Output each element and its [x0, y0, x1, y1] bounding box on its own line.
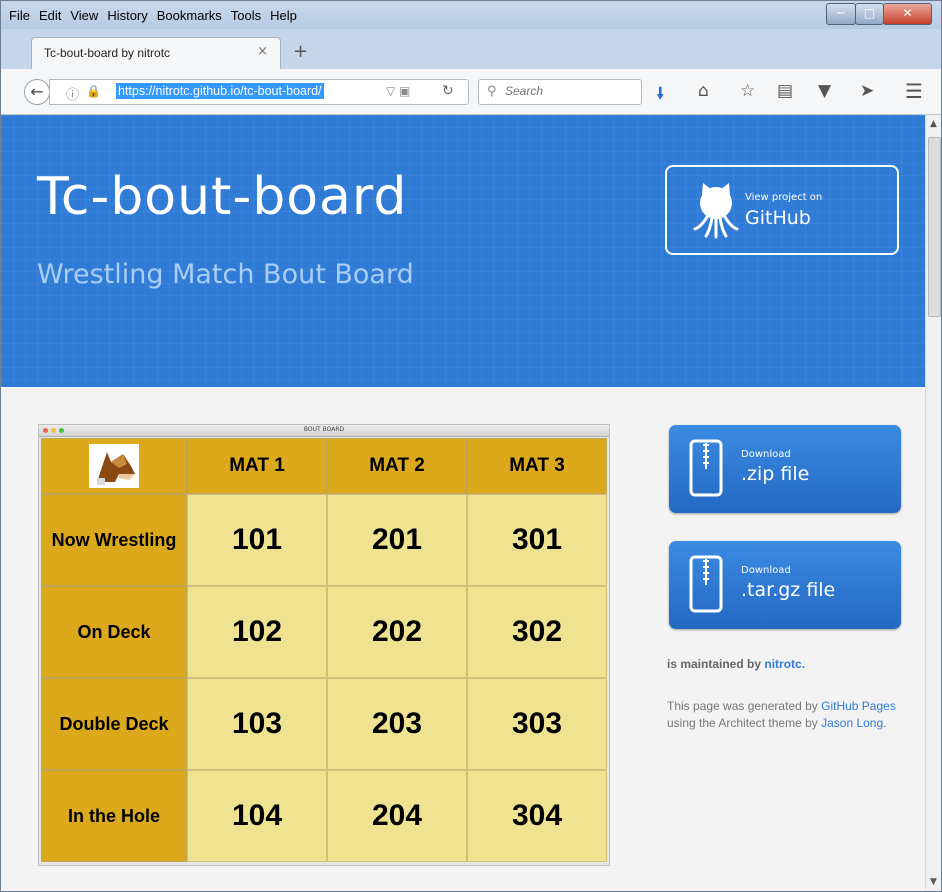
- generated-by-text: This page was generated by GitHub Pages …: [667, 698, 907, 732]
- search-box[interactable]: ⚲: [478, 79, 642, 105]
- github-pages-link[interactable]: GitHub Pages: [821, 699, 896, 713]
- tab-strip: Tc-bout-board by nitrotc × +: [1, 29, 941, 69]
- send-tab-icon[interactable]: ➤: [860, 81, 874, 101]
- bout-cell: 104: [187, 770, 327, 862]
- bout-cell: 103: [187, 678, 327, 770]
- zip-file-icon: [689, 439, 723, 497]
- lock-icon: 🔒: [86, 84, 101, 98]
- bout-cell: 201: [327, 494, 467, 586]
- logo-cell: [41, 438, 187, 494]
- scroll-down-icon[interactable]: ▼: [930, 877, 937, 887]
- github-button-label: GitHub: [745, 207, 811, 229]
- download-zip-label: .zip file: [741, 463, 810, 485]
- info-icon[interactable]: ⓘ: [66, 84, 79, 103]
- download-targz-button[interactable]: Download .tar.gz file: [669, 541, 901, 629]
- page-viewport: Tc-bout-board Wrestling Match Bout Board…: [1, 115, 925, 891]
- view-on-github-button[interactable]: View project on GitHub: [665, 165, 899, 255]
- tab-close-icon[interactable]: ×: [257, 44, 268, 59]
- site-subtitle: Wrestling Match Bout Board: [37, 259, 414, 290]
- close-window-button[interactable]: ✕: [883, 3, 932, 25]
- bookmark-star-icon[interactable]: ☆: [740, 81, 755, 101]
- wolf-logo-icon: [89, 444, 139, 488]
- menu-item-tools[interactable]: Tools: [231, 8, 261, 23]
- row-label-now-wrestling: Now Wrestling: [41, 494, 187, 586]
- row-label-in-the-hole: In the Hole: [41, 770, 187, 862]
- bout-cell: 302: [467, 586, 607, 678]
- bout-board-screenshot: BOUT BOARD MAT 1 MAT 2 MAT 3 Now Wrestli…: [39, 425, 609, 865]
- maintained-prefix: is maintained by: [667, 657, 762, 671]
- download-arrow-icon[interactable]: 🠛: [656, 81, 665, 110]
- new-tab-button[interactable]: +: [293, 41, 308, 62]
- row-label-on-deck: On Deck: [41, 586, 187, 678]
- hamburger-menu-icon[interactable]: ☰: [905, 79, 923, 103]
- tab-title: Tc-bout-board by nitrotc: [44, 46, 171, 60]
- generated-text-1: This page was generated by: [667, 699, 818, 713]
- menu-item-edit[interactable]: Edit: [39, 8, 61, 23]
- board-window-title: BOUT BOARD: [303, 426, 345, 433]
- menu-items: File Edit View History Bookmarks Tools Help: [9, 8, 306, 23]
- generated-text-2: using the Architect theme by: [667, 716, 818, 730]
- maintainer-text: is maintained by nitrotc.: [667, 657, 805, 671]
- bookmarks-list-icon[interactable]: ▤: [777, 81, 793, 101]
- bout-cell: 204: [327, 770, 467, 862]
- menu-item-bookmarks[interactable]: Bookmarks: [157, 8, 222, 23]
- search-icon: ⚲: [487, 84, 497, 99]
- back-button[interactable]: ←: [24, 79, 50, 105]
- download-targz-caption: Download: [741, 565, 791, 576]
- site-title: Tc-bout-board: [37, 167, 408, 227]
- page-header: Tc-bout-board Wrestling Match Bout Board…: [1, 115, 925, 387]
- maximize-button[interactable]: □: [855, 3, 884, 25]
- download-zip-caption: Download: [741, 449, 791, 460]
- menu-item-file[interactable]: File: [9, 8, 30, 23]
- bout-cell: 202: [327, 586, 467, 678]
- home-icon[interactable]: ⌂: [698, 81, 709, 101]
- search-input[interactable]: [505, 84, 635, 98]
- row-label-double-deck: Double Deck: [41, 678, 187, 770]
- bout-cell: 303: [467, 678, 607, 770]
- bout-cell: 102: [187, 586, 327, 678]
- octocat-icon: [693, 183, 739, 239]
- pocket-icon[interactable]: ▼: [818, 81, 831, 101]
- navigation-toolbar: ← ⓘ 🔒 https://nitrotc.github.io/tc-bout-…: [1, 69, 941, 115]
- jason-long-link[interactable]: Jason Long: [821, 716, 883, 730]
- scroll-up-icon[interactable]: ▲: [930, 119, 937, 129]
- menu-item-history[interactable]: History: [107, 8, 147, 23]
- bout-board-grid: MAT 1 MAT 2 MAT 3 Now Wrestling 101 201 …: [41, 438, 607, 862]
- github-button-caption: View project on: [745, 192, 823, 203]
- tab-active[interactable]: Tc-bout-board by nitrotc ×: [31, 37, 281, 69]
- menu-bar: File Edit View History Bookmarks Tools Help ─ …: [1, 1, 941, 29]
- reader-view-icon[interactable]: ▽ ▣: [386, 84, 410, 98]
- mat-3-header: MAT 3: [467, 438, 607, 494]
- browser-window: File Edit View History Bookmarks Tools Help ─ …: [0, 0, 942, 892]
- bout-cell: 203: [327, 678, 467, 770]
- maintainer-link[interactable]: nitrotc.: [764, 657, 805, 671]
- download-zip-button[interactable]: Download .zip file: [669, 425, 901, 513]
- mat-2-header: MAT 2: [327, 438, 467, 494]
- minimize-button[interactable]: ─: [826, 3, 856, 25]
- generated-text-3: .: [883, 716, 887, 730]
- vertical-scrollbar[interactable]: ▲ ▼: [925, 115, 941, 891]
- bout-cell: 301: [467, 494, 607, 586]
- targz-file-icon: [689, 555, 723, 613]
- menu-item-help[interactable]: Help: [270, 8, 297, 23]
- mat-1-header: MAT 1: [187, 438, 327, 494]
- url-text[interactable]: https://nitrotc.github.io/tc-bout-board/: [116, 83, 324, 99]
- menu-item-view[interactable]: View: [70, 8, 98, 23]
- scroll-thumb[interactable]: [928, 137, 941, 317]
- download-targz-label: .tar.gz file: [741, 579, 836, 601]
- bout-cell: 101: [187, 494, 327, 586]
- reload-icon[interactable]: ↻: [442, 83, 454, 99]
- bout-cell: 304: [467, 770, 607, 862]
- url-bar[interactable]: ⓘ 🔒 https://nitrotc.github.io/tc-bout-bo…: [49, 79, 469, 105]
- board-window-titlebar: BOUT BOARD: [39, 425, 609, 437]
